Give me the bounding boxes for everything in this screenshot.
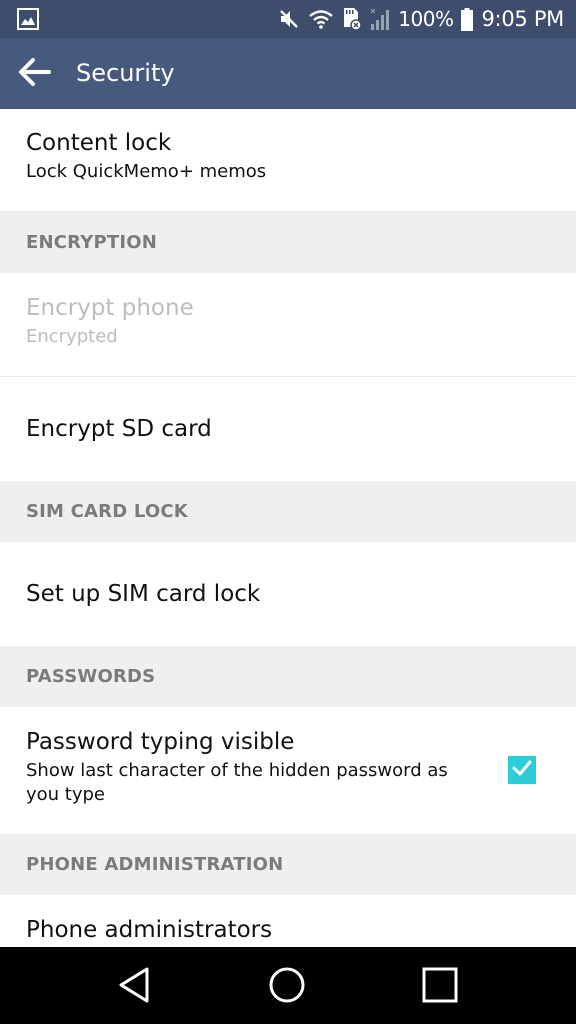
phone-administration-header: PHONE ADMINISTRATION bbox=[0, 834, 576, 895]
encrypt-sd-card-title: Encrypt SD card bbox=[26, 416, 212, 442]
settings-list: Content lock Lock QuickMemo+ memos ENCRY… bbox=[0, 109, 576, 947]
nav-recents-icon bbox=[421, 966, 459, 1008]
sim-card-lock-title: Set up SIM card lock bbox=[26, 581, 261, 607]
encrypt-phone-title: Encrypt phone bbox=[26, 295, 194, 321]
content-lock-item[interactable]: Content lock Lock QuickMemo+ memos bbox=[0, 109, 576, 212]
battery-percent: 100% bbox=[398, 7, 454, 31]
sd-card-error-icon bbox=[342, 7, 363, 31]
checkmark-icon bbox=[511, 759, 533, 781]
back-button[interactable] bbox=[14, 56, 54, 92]
navigation-bar bbox=[0, 947, 576, 1024]
page-title: Security bbox=[76, 59, 175, 87]
clock: 9:05 PM bbox=[481, 7, 564, 31]
no-signal-icon bbox=[370, 7, 390, 31]
phone-administrators-item[interactable]: Phone administrators bbox=[0, 895, 576, 947]
sim-card-lock-item[interactable]: Set up SIM card lock bbox=[0, 542, 576, 646]
encryption-header: ENCRYPTION bbox=[0, 212, 576, 273]
nav-back-icon bbox=[117, 966, 153, 1008]
encrypt-sd-card-item[interactable]: Encrypt SD card bbox=[0, 377, 576, 481]
encrypt-phone-item: Encrypt phone Encrypted bbox=[0, 273, 576, 377]
encrypt-phone-summary: Encrypted bbox=[26, 326, 118, 347]
arrow-left-icon bbox=[17, 57, 51, 91]
phone-administrators-title: Phone administrators bbox=[26, 917, 273, 943]
status-bar: 100% 9:05 PM bbox=[0, 0, 576, 38]
password-typing-visible-summary: Show last character of the hidden passwo… bbox=[26, 760, 448, 805]
sim-card-lock-header: SIM CARD LOCK bbox=[0, 481, 576, 542]
nav-home-button[interactable] bbox=[265, 965, 309, 1009]
password-typing-visible-item[interactable]: Password typing visible Show last charac… bbox=[0, 707, 576, 834]
nav-recents-button[interactable] bbox=[418, 965, 462, 1009]
password-typing-visible-title: Password typing visible bbox=[26, 729, 295, 755]
content-lock-title: Content lock bbox=[26, 130, 172, 156]
app-bar: Security bbox=[0, 38, 576, 109]
content-lock-summary: Lock QuickMemo+ memos bbox=[26, 161, 267, 182]
wifi-icon bbox=[308, 8, 334, 30]
battery-full-icon bbox=[461, 7, 474, 31]
nav-home-icon bbox=[267, 965, 307, 1009]
nav-back-button[interactable] bbox=[113, 965, 157, 1009]
password-visible-checkbox[interactable] bbox=[508, 756, 536, 784]
gallery-notification-icon bbox=[17, 8, 39, 30]
passwords-header: PASSWORDS bbox=[0, 646, 576, 707]
mute-icon bbox=[278, 8, 300, 30]
